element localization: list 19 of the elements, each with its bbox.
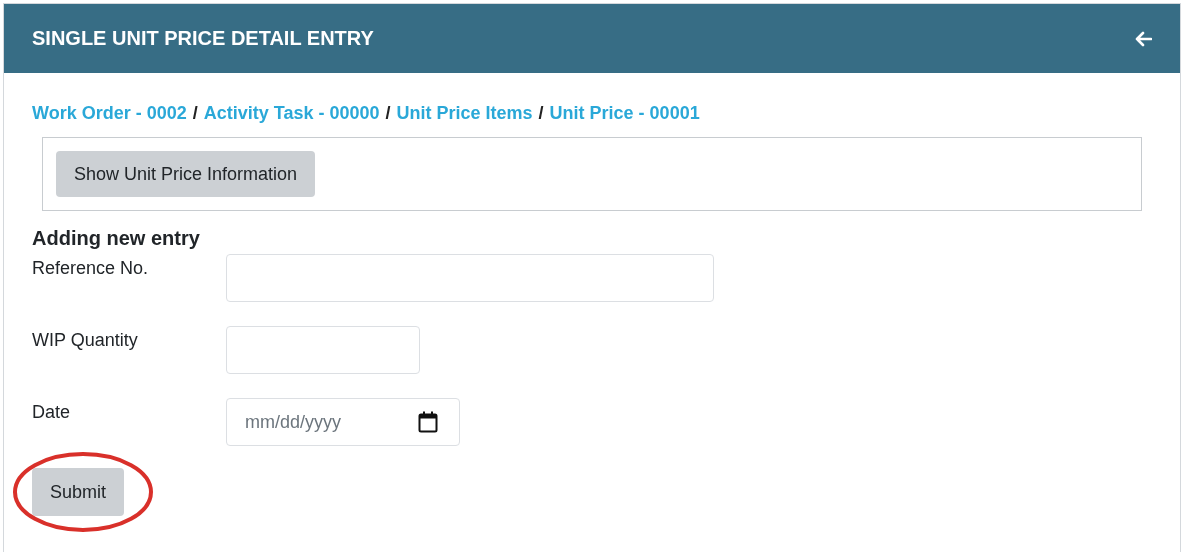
input-field[interactable] (226, 326, 420, 374)
back-arrow-icon[interactable] (1134, 30, 1152, 47)
field-label: Reference No. (32, 257, 150, 279)
breadcrumb-link[interactable]: Unit Price - 00001 (549, 103, 700, 124)
breadcrumb-link[interactable]: Unit Price Items (396, 103, 533, 124)
breadcrumb-separator: / (385, 103, 391, 124)
field-label: Date (32, 401, 72, 423)
breadcrumb-separator: / (538, 103, 544, 124)
breadcrumb-separator: / (192, 103, 198, 124)
breadcrumb-link[interactable]: Work Order - 0002 (32, 103, 187, 124)
page-title: SINGLE UNIT PRICE DETAIL ENTRY (32, 27, 374, 50)
show-info-button[interactable]: Show Unit Price Information (56, 151, 316, 197)
submit-button[interactable]: Submit (32, 468, 125, 516)
date-field[interactable]: mm/dd/yyyy (226, 398, 460, 446)
calendar-icon[interactable] (418, 411, 438, 433)
form-heading: Adding new entry (32, 227, 201, 250)
input-field[interactable] (226, 254, 714, 302)
breadcrumb-link[interactable]: Activity Task - 00000 (203, 103, 380, 124)
field-label: WIP Quantity (32, 329, 139, 351)
